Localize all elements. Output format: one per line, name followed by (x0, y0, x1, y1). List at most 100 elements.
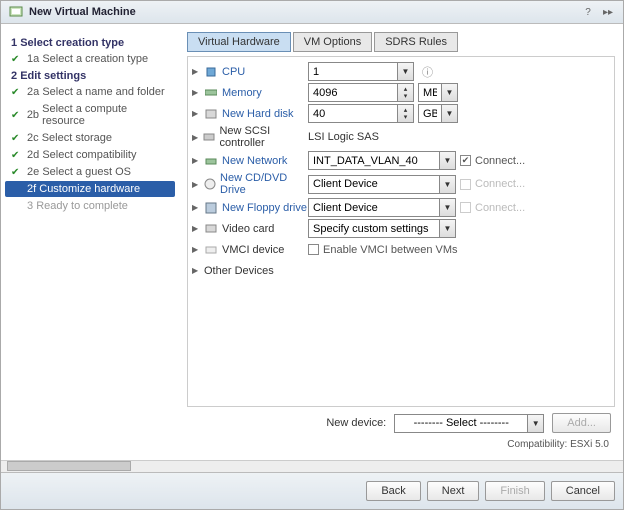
row-other: ▶ Other Devices (192, 260, 610, 281)
step-2f[interactable]: 2f Customize hardware (5, 181, 175, 197)
row-cddvd: ▶ New CD/DVD Drive ▼ Connect... (192, 171, 610, 197)
tab-sdrs-rules[interactable]: SDRS Rules (374, 32, 458, 52)
network-label: New Network (222, 155, 287, 167)
scsi-label: New SCSI controller (219, 125, 308, 149)
expand-toggle[interactable]: ▶ (192, 266, 202, 275)
check-icon: ✔ (11, 150, 23, 161)
video-label: Video card (222, 223, 274, 235)
finish-button: Finish (485, 481, 544, 501)
sidebar: 1 Select creation type ✔1a Select a crea… (1, 24, 179, 460)
step-2-header: 2 Edit settings (11, 70, 175, 82)
tab-vm-options[interactable]: VM Options (293, 32, 372, 52)
check-icon: ✔ (11, 133, 23, 144)
step-2b[interactable]: ✔2b Select a compute resource (5, 101, 175, 129)
step-2e[interactable]: ✔2e Select a guest OS (5, 164, 175, 180)
compatibility-label: Compatibility: ESXi 5.0 (187, 439, 615, 452)
cddvd-label: New CD/DVD Drive (220, 172, 308, 196)
back-button[interactable]: Back (366, 481, 420, 501)
check-icon: ✔ (11, 110, 23, 121)
disk-icon (204, 108, 218, 120)
expand-toggle[interactable]: ▶ (192, 156, 202, 165)
expand-toggle[interactable]: ▶ (192, 180, 201, 189)
expand-toggle[interactable]: ▶ (192, 133, 201, 142)
row-floppy: ▶ New Floppy drive ▼ Connect... (192, 197, 610, 218)
check-icon: ✔ (11, 87, 23, 98)
add-button: Add... (552, 413, 611, 433)
memory-input[interactable]: ▴▾ (308, 83, 414, 102)
tab-virtual-hardware[interactable]: Virtual Hardware (187, 32, 291, 52)
step-2d[interactable]: ✔2d Select compatibility (5, 147, 175, 163)
scrollbar-thumb[interactable] (7, 461, 131, 471)
vmci-icon (204, 244, 218, 256)
floppy-icon (204, 202, 218, 214)
cpu-select[interactable]: ▼ (308, 62, 414, 81)
floppy-select[interactable]: ▼ (308, 198, 456, 217)
row-harddisk: ▶ New Hard disk ▴▾ ▼ (192, 103, 610, 124)
horizontal-scrollbar[interactable] (1, 460, 623, 472)
expand-toggle[interactable]: ▶ (192, 203, 202, 212)
step-1-header: 1 Select creation type (11, 37, 175, 49)
expand-toggle[interactable]: ▶ (192, 224, 202, 233)
disk-unit-select[interactable]: ▼ (418, 104, 458, 123)
vmci-label: VMCI device (222, 244, 284, 256)
row-memory: ▶ Memory ▴▾ ▼ (192, 82, 610, 103)
network-select[interactable]: ▼ (308, 151, 456, 170)
cd-icon (203, 178, 216, 190)
footer: Back Next Finish Cancel (1, 472, 623, 509)
row-scsi: ▶ New SCSI controller LSI Logic SAS (192, 124, 610, 150)
expand-toggle[interactable]: ▶ (192, 67, 202, 76)
vmci-enable-checkbox[interactable]: Enable VMCI between VMs (308, 244, 458, 256)
disk-input[interactable]: ▴▾ (308, 104, 414, 123)
new-device-select[interactable]: ▼ (394, 414, 544, 433)
other-label: Other Devices (204, 265, 274, 277)
video-select[interactable]: ▼ (308, 219, 456, 238)
chevron-down-icon: ▼ (439, 152, 455, 169)
tabs: Virtual Hardware VM Options SDRS Rules (187, 32, 615, 52)
info-icon[interactable]: ⓘ (422, 64, 433, 80)
step-2a[interactable]: ✔2a Select a name and folder (5, 84, 175, 100)
new-device-label: New device: (326, 417, 386, 429)
chevron-down-icon: ▼ (441, 105, 457, 122)
next-button[interactable]: Next (427, 481, 480, 501)
row-video: ▶ Video card ▼ (192, 218, 610, 239)
chevron-down-icon: ▼ (439, 176, 455, 193)
scsi-value: LSI Logic SAS (308, 131, 379, 143)
chevron-down-icon: ▼ (439, 220, 455, 237)
memory-unit-select[interactable]: ▼ (418, 83, 458, 102)
spinner-icon: ▴▾ (397, 84, 413, 101)
row-network: ▶ New Network ▼ ✔Connect... (192, 150, 610, 171)
cddvd-connect-checkbox: Connect... (460, 178, 525, 190)
network-connect-checkbox[interactable]: ✔Connect... (460, 155, 525, 167)
video-icon (204, 223, 218, 235)
cddvd-select[interactable]: ▼ (308, 175, 456, 194)
step-2c[interactable]: ✔2c Select storage (5, 130, 175, 146)
step-3: 3 Ready to complete (5, 198, 175, 214)
chevron-down-icon: ▼ (441, 84, 457, 101)
row-vmci: ▶ VMCI device Enable VMCI between VMs (192, 239, 610, 260)
cpu-icon (204, 66, 218, 78)
expand-toggle[interactable]: ▶ (192, 245, 202, 254)
check-icon: ✔ (11, 167, 23, 178)
expand-icon[interactable]: ▸▸ (601, 5, 615, 19)
hardware-list: ▶ CPU ▼ ⓘ ▶ Memory (187, 56, 615, 407)
cancel-button[interactable]: Cancel (551, 481, 615, 501)
dialog: New Virtual Machine ? ▸▸ 1 Select creati… (0, 0, 624, 510)
vm-icon (9, 5, 23, 19)
chevron-down-icon: ▼ (439, 199, 455, 216)
chevron-down-icon: ▼ (397, 63, 413, 80)
memory-label: Memory (222, 87, 262, 99)
memory-icon (204, 87, 218, 99)
check-icon: ✔ (11, 54, 23, 65)
expand-toggle[interactable]: ▶ (192, 88, 202, 97)
titlebar: New Virtual Machine ? ▸▸ (1, 1, 623, 24)
dialog-title: New Virtual Machine (29, 6, 575, 18)
cpu-label: CPU (222, 66, 245, 78)
step-1a[interactable]: ✔1a Select a creation type (5, 51, 175, 67)
floppy-connect-checkbox: Connect... (460, 202, 525, 214)
scsi-icon (203, 131, 216, 143)
expand-toggle[interactable]: ▶ (192, 109, 202, 118)
row-cpu: ▶ CPU ▼ ⓘ (192, 61, 610, 82)
network-icon (204, 155, 218, 167)
help-icon[interactable]: ? (581, 5, 595, 19)
new-device-row: New device: ▼ Add... (187, 407, 615, 439)
